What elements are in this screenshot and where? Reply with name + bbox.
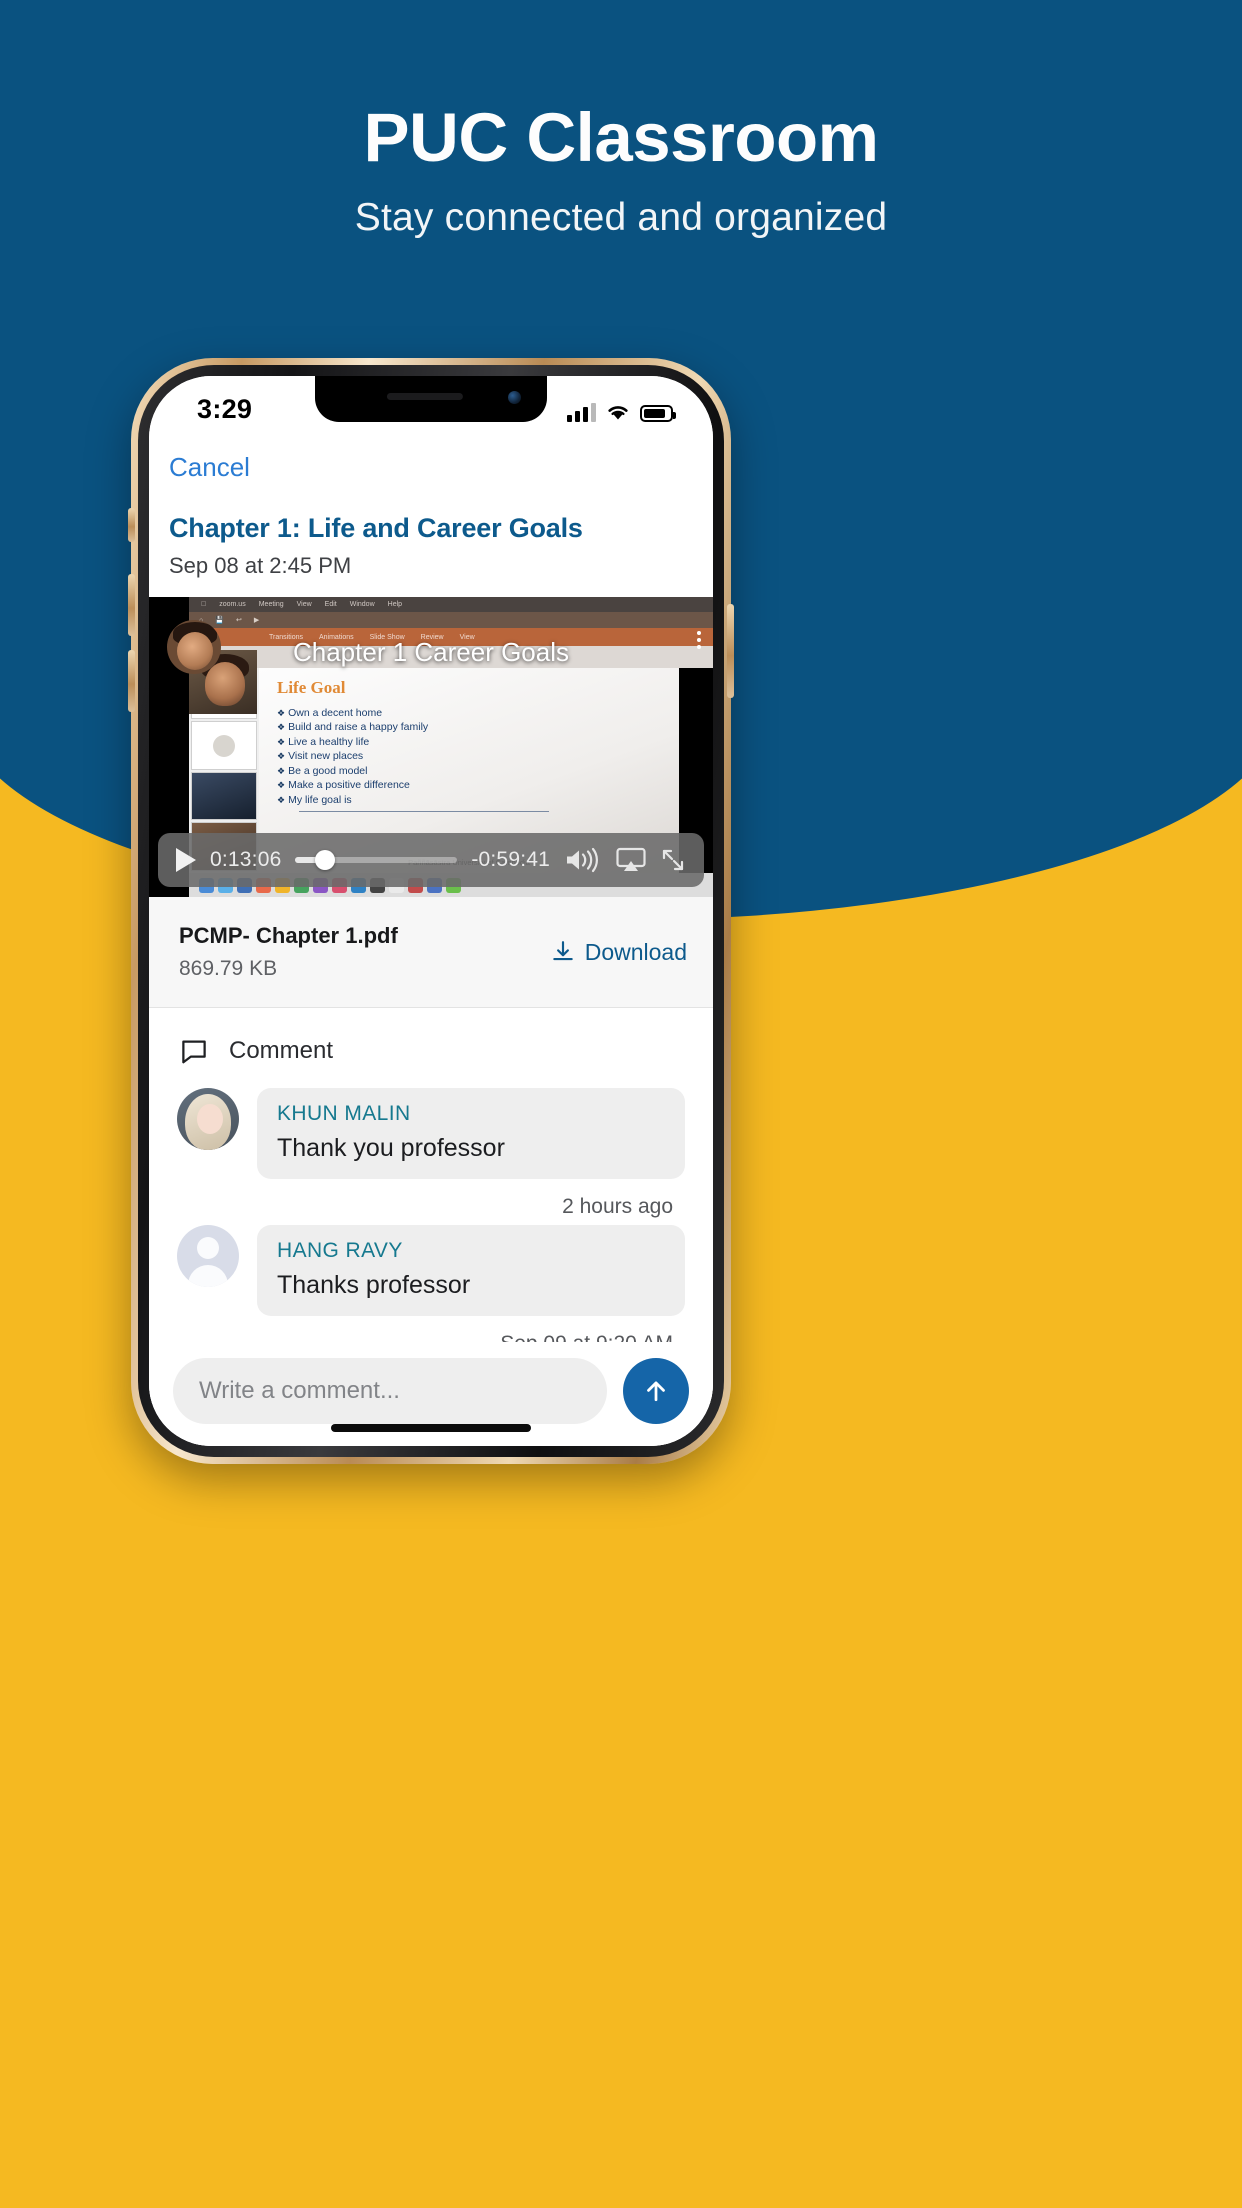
app-body: Cancel Chapter 1: Life and Career Goals … (149, 438, 713, 1446)
video-more-options-icon[interactable] (697, 631, 701, 649)
download-icon (552, 941, 573, 961)
send-comment-button[interactable] (623, 1358, 689, 1424)
comment-section-header: Comment (149, 1026, 713, 1088)
post-title: Chapter 1: Life and Career Goals (169, 513, 583, 543)
video-app-toolbar: ⌂ 💾 ↩ ▶ (189, 612, 713, 628)
status-icons (567, 398, 676, 422)
video-mac-menubar:  zoom.us Meeting View Edit Window Help (189, 597, 713, 612)
slide-answer-line (299, 811, 549, 813)
play-icon[interactable] (176, 848, 196, 872)
fullscreen-icon[interactable] (660, 847, 686, 873)
comment-bubble: HANG RAVY Thanks professor (257, 1225, 685, 1316)
promo-header: PUC Classroom Stay connected and organiz… (0, 99, 1242, 240)
slide-bullet: My life goal is (277, 793, 679, 807)
airplay-icon[interactable] (616, 847, 646, 873)
slide-bullet: Be a good model (277, 764, 679, 778)
comment-author: HANG RAVY (277, 1239, 403, 1262)
slide-thumbnail (191, 720, 257, 770)
avatar (177, 1088, 239, 1150)
phone-silent-switch (128, 508, 135, 542)
attachment-row: PCMP- Chapter 1.pdf 869.79 KB Download (149, 897, 713, 1008)
comment-bubble: KHUN MALIN Thank you professor (257, 1088, 685, 1179)
slide-bullet: Own a decent home (277, 706, 679, 720)
nav-bar: Cancel (149, 438, 713, 483)
comment-text: Thank you professor (277, 1134, 505, 1162)
video-controls-bar: 0:13:06 -0:59:41 (158, 833, 704, 887)
comment-author: KHUN MALIN (277, 1102, 411, 1125)
battery-icon (640, 405, 676, 422)
mac-menu-item: Meeting (253, 601, 284, 608)
slide-heading: Life Goal (277, 678, 346, 697)
phone-notch (315, 376, 547, 422)
volume-icon[interactable] (564, 847, 602, 873)
slide-thumbnail (191, 771, 257, 821)
attachment-info: PCMP- Chapter 1.pdf 869.79 KB (179, 923, 398, 981)
comment-timestamp: 2 hours ago (562, 1195, 673, 1218)
comment-text: Thanks professor (277, 1271, 471, 1299)
download-label: Download (584, 938, 687, 965)
video-overlay-title: Chapter 1 Career Goals (292, 637, 570, 667)
promo-stage: PUC Classroom Stay connected and organiz… (0, 0, 1242, 2208)
mac-menu-item: View (291, 601, 312, 608)
elapsed-time-label: 0:13:06 (210, 848, 282, 871)
attachment-size: 869.79 KB (179, 957, 278, 980)
phone-volume-up-button (128, 574, 135, 636)
video-player[interactable]:  zoom.us Meeting View Edit Window Help … (149, 597, 713, 897)
phone-volume-down-button (128, 650, 135, 712)
send-arrow-up-icon (647, 1381, 665, 1402)
phone-power-button (727, 604, 734, 698)
comment-input[interactable] (173, 1358, 607, 1424)
phone-mockup: 3:29 Cancel Chapter 1: Life and Career G… (128, 358, 734, 1464)
avatar (177, 1225, 239, 1287)
video-scrubber-handle[interactable] (314, 850, 335, 870)
cancel-button[interactable]: Cancel (169, 452, 250, 483)
app-screen: 3:29 Cancel Chapter 1: Life and Career G… (149, 376, 713, 1446)
comment-section-label: Comment (229, 1037, 334, 1064)
post-date: Sep 08 at 2:45 PM (169, 553, 352, 578)
mac-menu-item: Window (344, 601, 375, 608)
video-scrubber[interactable] (295, 850, 458, 870)
phone-screen: 3:29 Cancel Chapter 1: Life and Career G… (149, 376, 713, 1446)
mac-menu-item: zoom.us (214, 601, 245, 608)
mac-menu-item: Help (382, 601, 402, 608)
mac-menu-item: Edit (319, 601, 337, 608)
promo-title: PUC Classroom (363, 99, 879, 176)
remaining-time-label: -0:59:41 (471, 848, 550, 871)
toolbar-undo-icon: ↩ (235, 617, 242, 624)
attachment-name: PCMP- Chapter 1.pdf (179, 923, 398, 948)
apple-logo-icon:  (201, 601, 206, 608)
slide-bullet: Make a positive difference (277, 778, 679, 792)
slide-bullet: Build and raise a happy family (277, 720, 679, 734)
toolbar-play-icon: ▶ (253, 617, 260, 624)
video-participant-avatar (167, 620, 221, 674)
comment-section: Comment KHUN MALIN Thank you professor 2… (149, 1008, 713, 1342)
download-button[interactable]: Download (550, 939, 687, 966)
home-indicator (331, 1424, 531, 1432)
promo-subtitle: Stay connected and organized (354, 196, 888, 240)
list-item: KHUN MALIN Thank you professor 2 hours a… (149, 1088, 713, 1225)
status-time: 3:29 (197, 394, 253, 424)
comment-timestamp: Sep 09 at 9:20 AM (177, 1316, 685, 1342)
post-header: Chapter 1: Life and Career Goals Sep 08 … (149, 483, 713, 597)
slide-bullet: Visit new places (277, 749, 679, 763)
earpiece-speaker (386, 393, 463, 400)
comment-bubble-icon (182, 1040, 206, 1064)
front-camera-icon (508, 391, 521, 404)
list-item: HANG RAVY Thanks professor Sep 09 at 9:2… (149, 1225, 713, 1342)
toolbar-save-icon: 💾 (215, 617, 224, 624)
cellular-signal-icon (567, 402, 596, 422)
slide-bullet: Live a healthy life (277, 735, 679, 749)
wifi-icon (608, 406, 628, 420)
